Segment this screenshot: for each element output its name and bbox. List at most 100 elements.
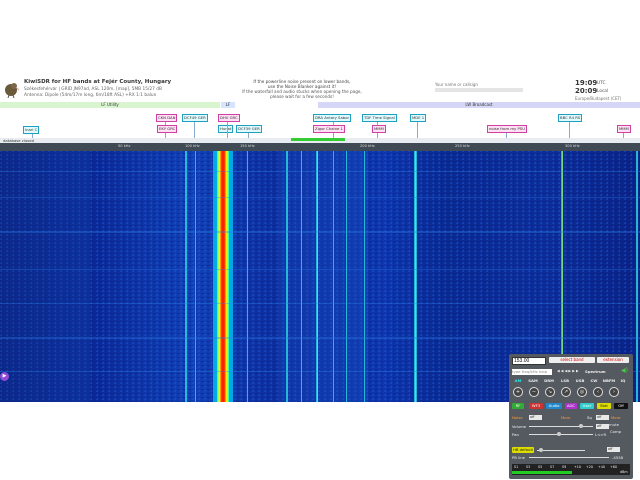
audio-tab[interactable]: Audio	[546, 403, 562, 409]
agc-tab[interactable]: AGC	[565, 403, 577, 409]
s-meter-tick: +40	[598, 465, 605, 469]
station-label[interactable]: Zigor Chaine 1	[313, 125, 345, 133]
scale-tick: 300 kHz	[565, 144, 580, 148]
select-band-dropdown[interactable]: select band	[549, 357, 595, 363]
more-button[interactable]: More	[561, 415, 570, 420]
pb-line-label: PB line	[512, 455, 525, 460]
readout-value: -4558	[612, 455, 624, 460]
station-label[interactable]: noise from my PSU	[487, 125, 527, 133]
hb-default-button[interactable]: HB default	[512, 447, 534, 453]
squelch-select[interactable]: off	[596, 415, 609, 420]
pan-knob[interactable]	[557, 432, 561, 436]
passband-knob[interactable]	[539, 448, 543, 452]
audio-speaker-icon[interactable]: ◀)	[621, 367, 628, 374]
wf-tab[interactable]: WF3	[529, 403, 543, 409]
spectrum-toggle[interactable]: Spectrum	[585, 369, 606, 374]
site-title: KiwiSDR for HF bands at Fejér County, Hu…	[24, 79, 172, 85]
frequency-scale[interactable]: 50 kHz 100 kHz 150 kHz 200 kHz 250 kHz 3…	[0, 143, 640, 151]
page-up-icon[interactable]: ›	[609, 387, 619, 397]
s-meter: S1 S3 S5 S7 S9 +10 +20 +40 +60 dBm	[512, 464, 630, 475]
kiwisdr-app: KiwiSDR for HF bands at Fejér County, Hu…	[0, 78, 640, 479]
station-label[interactable]: DCF49 GER	[182, 114, 208, 122]
station-labels: Inari C CKN DAN EKY GRC DCF49 GER Hunat …	[0, 114, 640, 140]
pan-label: Pan	[512, 432, 519, 437]
scale-tick: 200 kHz	[360, 144, 375, 148]
mode-am[interactable]: AM	[512, 378, 524, 384]
more2-button[interactable]: More	[611, 415, 620, 420]
station-label[interactable]: Hunat	[218, 125, 234, 133]
station-label[interactable]: MMM	[617, 125, 631, 133]
page-down-icon[interactable]: ‹	[593, 387, 603, 397]
zoom-band-icon[interactable]: ◎	[577, 387, 587, 397]
station-label[interactable]: MMM	[372, 125, 386, 133]
volume-knob[interactable]	[579, 424, 583, 428]
pb-slider[interactable]	[529, 457, 609, 458]
off-tab[interactable]: Off	[614, 403, 628, 409]
s-meter-tick: S1	[514, 465, 519, 469]
notice-line: please wait for a few seconds!	[270, 94, 334, 99]
s-meter-tick: +20	[586, 465, 593, 469]
station-label[interactable]: Inari C	[23, 126, 40, 134]
comp-button[interactable]: Comp	[610, 429, 621, 434]
rf-tab[interactable]: RF	[512, 403, 524, 409]
passband-select[interactable]: off	[607, 447, 620, 452]
s-meter-bar	[512, 471, 572, 474]
local-time: 20:09	[575, 87, 598, 95]
scale-tick: 250 kHz	[455, 144, 470, 148]
pan-lr-label: L<>R	[595, 432, 607, 437]
noise-label: Noise	[512, 415, 523, 420]
band-lf[interactable]: LF	[221, 102, 235, 108]
mode-nbfm[interactable]: NBFM	[601, 378, 617, 384]
mode-lsb[interactable]: LSB	[558, 378, 572, 384]
step-arrows[interactable]: ◀ ◀ ◀ ▶ ▶ ▶	[557, 369, 579, 373]
station-label[interactable]: BBC R4 RS	[558, 114, 583, 122]
station-label[interactable]: TDF Time Signal	[362, 114, 397, 122]
notice-text: If the powerline noise present on lower …	[222, 79, 382, 99]
mode-iq[interactable]: IQ	[618, 378, 628, 384]
station-label[interactable]: EKY GRC	[157, 125, 178, 133]
mode-drm[interactable]: DRM	[542, 378, 556, 384]
noise-select[interactable]: off	[529, 415, 542, 420]
user-tab[interactable]: User	[580, 403, 594, 409]
mode-usb[interactable]: USB	[573, 378, 587, 384]
utc-label: UTC	[597, 81, 606, 86]
scale-tick: 100 kHz	[185, 144, 200, 148]
passband-slider[interactable]	[537, 450, 585, 451]
name-callsign-input[interactable]	[435, 81, 523, 87]
zoom-out-icon[interactable]: −	[529, 387, 539, 397]
s-meter-unit: dBm	[620, 470, 628, 474]
station-label[interactable]: DRA Antary Sabor	[313, 114, 352, 122]
utc-time: 19:09	[575, 79, 598, 87]
site-location: Székesfehérvár | GRID JN97ad, ASL 120m, …	[24, 87, 162, 92]
side-menu-button[interactable]: ▶	[0, 372, 9, 381]
band-lw-broadcast[interactable]: LW Broadcast	[318, 102, 640, 108]
extension-dropdown[interactable]: extension	[597, 357, 629, 363]
station-label[interactable]: MDE 1	[410, 114, 427, 122]
frequency-input[interactable]	[512, 357, 546, 365]
s-meter-tick: S5	[538, 465, 543, 469]
squelch-label: Sq	[587, 415, 592, 420]
zoom-max-icon[interactable]: ↘	[545, 387, 555, 397]
mode-sam[interactable]: SAM	[526, 378, 540, 384]
s-meter-tick: S9	[562, 465, 567, 469]
passband-indicator[interactable]	[291, 138, 345, 141]
freq-search-input[interactable]: type freq/kHz help	[512, 369, 552, 375]
band-bar: LF Utility LF LW Broadcast	[0, 102, 640, 114]
header: KiwiSDR for HF bands at Fejér County, Hu…	[0, 78, 640, 102]
station-label[interactable]: CKN DAN	[156, 114, 178, 122]
volume-slider[interactable]	[529, 426, 593, 427]
band-lf-utility[interactable]: LF Utility	[0, 102, 220, 108]
pan-slider[interactable]	[529, 434, 593, 435]
station-label[interactable]: DHV GRC	[218, 114, 240, 122]
control-panel: select band extension type freq/kHz help…	[509, 354, 633, 479]
volume-select[interactable]: off	[596, 424, 609, 429]
s-meter-tick: +10	[574, 465, 581, 469]
zoom-min-icon[interactable]: ↗	[561, 387, 571, 397]
local-label: Local	[597, 89, 609, 94]
stat-tab[interactable]: Stat	[597, 403, 611, 409]
mode-cw[interactable]: CW	[588, 378, 600, 384]
mute-label[interactable]: mute	[609, 422, 619, 427]
zoom-in-icon[interactable]: +	[513, 387, 523, 397]
scale-tick: 50 kHz	[118, 144, 131, 148]
station-label[interactable]: DCF39 GER	[236, 125, 262, 133]
